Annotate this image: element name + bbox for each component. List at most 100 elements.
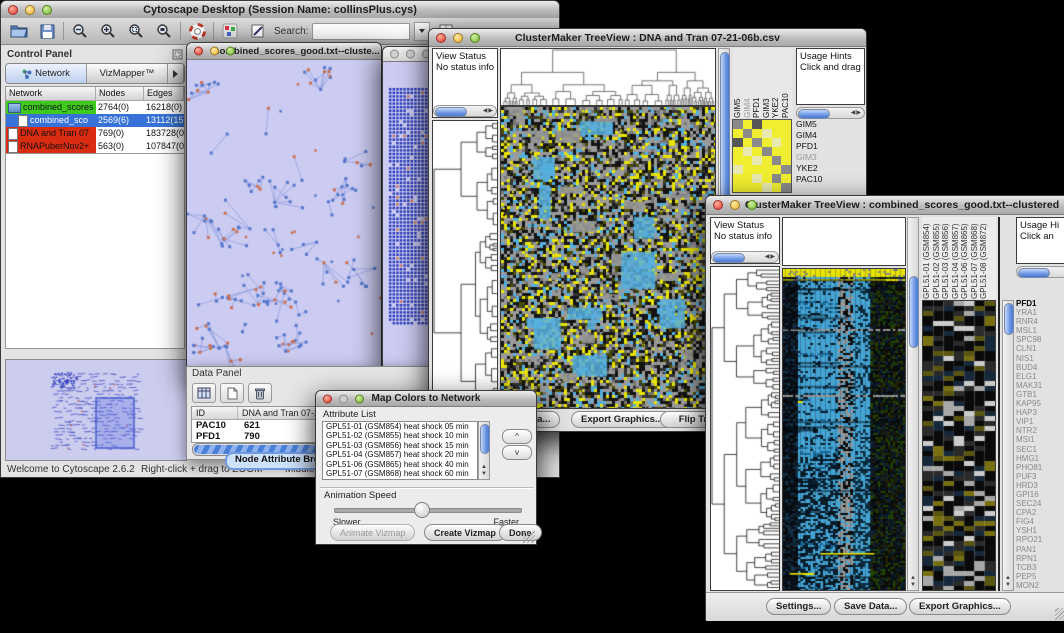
scroll-arrows-icon[interactable]: ▲▼	[479, 464, 489, 478]
gene-label[interactable]: GTB1	[1016, 390, 1064, 399]
network-canvas[interactable]	[187, 60, 381, 372]
gene-label[interactable]: YSH1	[1016, 526, 1064, 535]
gene-label[interactable]: PFD1	[1016, 299, 1064, 308]
col-header-nodes[interactable]: Nodes	[96, 87, 144, 100]
network-view-titlebar[interactable]: combined_scores_good.txt--cluste...	[187, 43, 381, 60]
minimize-button[interactable]	[453, 33, 463, 43]
scrollbar-thumb[interactable]	[435, 107, 467, 117]
scroll-arrows-icon[interactable]: ◀▶	[483, 106, 494, 116]
scrollbar-thumb[interactable]	[713, 253, 745, 263]
gene-label[interactable]: YKE2	[796, 163, 864, 174]
zoom-button[interactable]	[42, 5, 52, 15]
gene-label[interactable]: HAP3	[1016, 408, 1064, 417]
usage-hints-scrollbar[interactable]: ◀▶	[796, 107, 865, 119]
gene-label[interactable]: CLN1	[1016, 344, 1064, 353]
zoom-button[interactable]	[747, 200, 757, 210]
gene-label[interactable]: YRA1	[1016, 308, 1064, 317]
view-status-scrollbar[interactable]: ◀▶	[711, 251, 779, 263]
gene-label[interactable]: PAN1	[1016, 545, 1064, 554]
gene-label[interactable]: SPC98	[1016, 335, 1064, 344]
gene-label[interactable]: VIP1	[1016, 417, 1064, 426]
network-row-selected[interactable]: combined_sco 2569(6) 13112(15)	[6, 114, 184, 127]
new-attribute-icon[interactable]	[220, 383, 244, 403]
zoom-button[interactable]	[470, 33, 480, 43]
done-button[interactable]: Done	[499, 524, 542, 541]
network-overview-thumbnail[interactable]	[6, 360, 184, 458]
close-button[interactable]	[713, 200, 723, 210]
gene-label[interactable]: RNR4	[1016, 317, 1064, 326]
resize-grip[interactable]	[523, 531, 535, 543]
gene-label[interactable]: PUF3	[1016, 472, 1064, 481]
tabs-overflow-button[interactable]	[168, 64, 184, 83]
network-row[interactable]: DNA and Tran 07 769(0) 183728(0)	[6, 127, 184, 140]
scrollbar-thumb[interactable]	[909, 276, 919, 348]
zoom-fit-icon[interactable]	[152, 21, 176, 41]
minimize-button[interactable]	[210, 47, 219, 56]
close-button[interactable]	[8, 5, 18, 15]
move-up-button[interactable]: ^	[502, 429, 532, 444]
gene-dendrogram-canvas[interactable]	[432, 120, 498, 410]
minimize-button[interactable]	[339, 394, 348, 403]
close-button[interactable]	[194, 47, 203, 56]
gene-label[interactable]: ELG1	[1016, 372, 1064, 381]
similarity-matrix-thumbnail[interactable]	[732, 119, 792, 193]
search-input[interactable]	[312, 23, 410, 40]
scroll-arrows-icon[interactable]: ▲▼	[1003, 575, 1013, 589]
gene-label[interactable]: MON2	[1016, 581, 1064, 590]
gene-dendrogram-canvas[interactable]	[710, 266, 780, 591]
attribute-item[interactable]: GPL51-03 (GSM856) heat shock 15 min	[326, 441, 477, 450]
heatmap-vertical-scrollbar[interactable]: ▲▼	[907, 217, 919, 591]
close-button[interactable]	[323, 394, 332, 403]
gene-label[interactable]: PAC10	[796, 174, 864, 185]
main-titlebar[interactable]: Cytoscape Desktop (Session Name: collins…	[1, 1, 559, 19]
zoom-heatmap-canvas[interactable]	[922, 300, 996, 591]
gene-label[interactable]: RPN1	[1016, 554, 1064, 563]
attribute-item[interactable]: GPL51-06 (GSM865) heat shock 40 min	[326, 460, 477, 469]
close-button[interactable]	[390, 50, 399, 59]
network-overview-panel[interactable]	[5, 359, 187, 461]
gene-label[interactable]: TCB3	[1016, 563, 1064, 572]
export-graphics-button[interactable]: Export Graphics...	[909, 598, 1011, 615]
gene-label[interactable]: NIS1	[1016, 354, 1064, 363]
gene-label[interactable]: SEC24	[1016, 499, 1064, 508]
gene-label[interactable]: HRD3	[1016, 481, 1064, 490]
attribute-item[interactable]: GPL51-02 (GSM855) heat shock 10 min	[326, 431, 477, 440]
gene-label[interactable]: BUD4	[1016, 363, 1064, 372]
zoom-out-icon[interactable]	[68, 21, 92, 41]
minimize-button[interactable]	[730, 200, 740, 210]
attr-col-id[interactable]: ID	[192, 407, 238, 419]
attribute-item[interactable]: GPL51-01 (GSM854) heat shock 05 min	[326, 422, 477, 431]
col-header-network[interactable]: Network	[6, 87, 96, 100]
heatmap-canvas[interactable]	[782, 268, 906, 591]
treeview1-titlebar[interactable]: ClusterMaker TreeView : DNA and Tran 07-…	[429, 29, 866, 47]
gene-label[interactable]: FIG4	[1016, 517, 1064, 526]
slider-thumb[interactable]	[414, 502, 430, 518]
gene-label[interactable]: HMG1	[1016, 454, 1064, 463]
zoom-button[interactable]	[355, 394, 364, 403]
open-folder-icon[interactable]	[7, 21, 31, 41]
minimize-button[interactable]	[406, 50, 415, 59]
tab-vizmapper[interactable]: VizMapper™	[87, 64, 168, 83]
gene-label[interactable]: KAP95	[1016, 399, 1064, 408]
gene-label[interactable]: NTR2	[1016, 426, 1064, 435]
gene-label[interactable]: MSL1	[1016, 326, 1064, 335]
gene-label[interactable]: PEP5	[1016, 572, 1064, 581]
settings-button[interactable]: Settings...	[766, 598, 831, 615]
scrollbar-thumb[interactable]	[1018, 268, 1050, 278]
create-vizmap-button[interactable]: Create Vizmap	[424, 524, 506, 541]
network-row[interactable]: RNAPuberNov2+ 563(0) 107847(0)	[6, 140, 184, 153]
gene-label[interactable]: GIM3	[796, 152, 864, 163]
scrollbar-thumb[interactable]	[480, 424, 490, 454]
gene-label[interactable]: RPO21	[1016, 535, 1064, 544]
help-lifering-icon[interactable]	[185, 21, 209, 41]
scroll-arrows-icon[interactable]: ▲▼	[908, 575, 918, 589]
float-panel-icon[interactable]	[172, 49, 183, 60]
minimize-button[interactable]	[25, 5, 35, 15]
zoom-selected-icon[interactable]	[124, 21, 148, 41]
gene-label[interactable]: PFD1	[796, 141, 864, 152]
save-icon[interactable]	[35, 21, 59, 41]
attribute-table-icon[interactable]	[192, 383, 216, 403]
animate-vizmap-button[interactable]: Animate Vizmap	[330, 524, 415, 541]
gene-label[interactable]: GPI16	[1016, 490, 1064, 499]
tab-network[interactable]: Network	[6, 64, 87, 83]
